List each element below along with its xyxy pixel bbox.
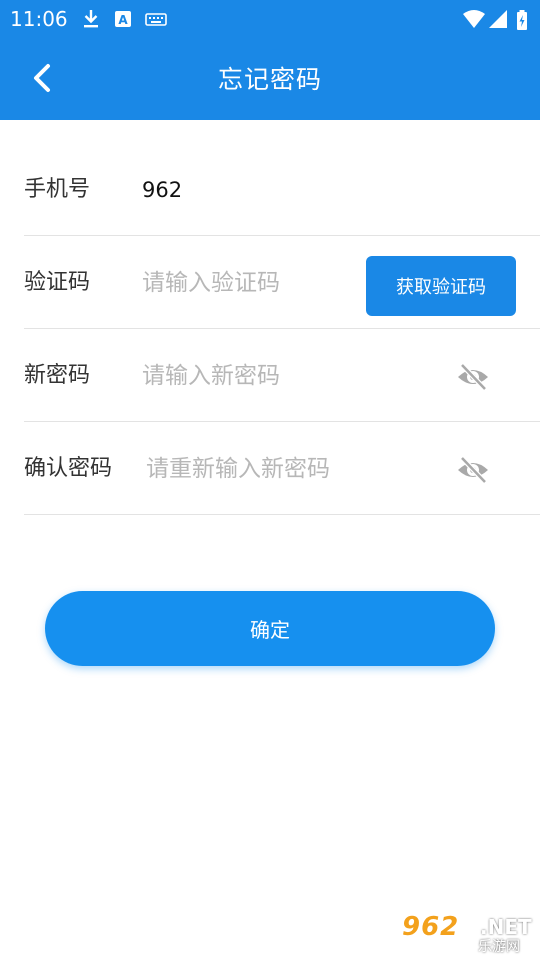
code-input[interactable] — [142, 259, 352, 307]
phone-row: 手机号 962 — [24, 144, 540, 236]
phone-value: 962 — [142, 178, 183, 202]
keyboard-a-icon: A — [115, 11, 131, 27]
watermark-logo: 962 .NET 乐游网 — [402, 912, 536, 956]
confirm-password-label: 确认密码 — [24, 456, 113, 481]
confirm-password-row: 确认密码 — [24, 423, 540, 515]
new-password-label: 新密码 — [24, 363, 91, 388]
battery-charging-icon — [517, 10, 527, 30]
status-bar: 11:06 A — [0, 0, 540, 38]
new-password-input[interactable] — [142, 352, 432, 400]
code-label: 验证码 — [24, 270, 91, 295]
svg-text:A: A — [118, 13, 128, 27]
status-time: 11:06 — [10, 7, 68, 31]
get-code-button[interactable]: 获取验证码 — [366, 256, 516, 316]
navigation-bar: 忘记密码 — [0, 38, 540, 120]
confirm-button[interactable]: 确定 — [45, 591, 495, 666]
download-icon — [84, 10, 98, 28]
signal-icon — [489, 10, 507, 28]
eye-off-icon[interactable] — [456, 360, 490, 394]
phone-label: 手机号 — [24, 177, 91, 202]
new-password-row: 新密码 — [24, 330, 540, 422]
watermark-sub: 乐游网 — [478, 939, 520, 955]
page-title: 忘记密码 — [217, 65, 322, 94]
wifi-icon — [463, 10, 485, 28]
watermark-brand: 962 — [402, 912, 460, 942]
confirm-password-input[interactable] — [146, 445, 436, 493]
app-bar: 11:06 A 忘记密码 — [0, 0, 540, 120]
eye-off-icon[interactable] — [456, 453, 490, 487]
code-row: 验证码 获取验证码 — [24, 237, 540, 329]
keyboard-icon — [145, 13, 167, 26]
